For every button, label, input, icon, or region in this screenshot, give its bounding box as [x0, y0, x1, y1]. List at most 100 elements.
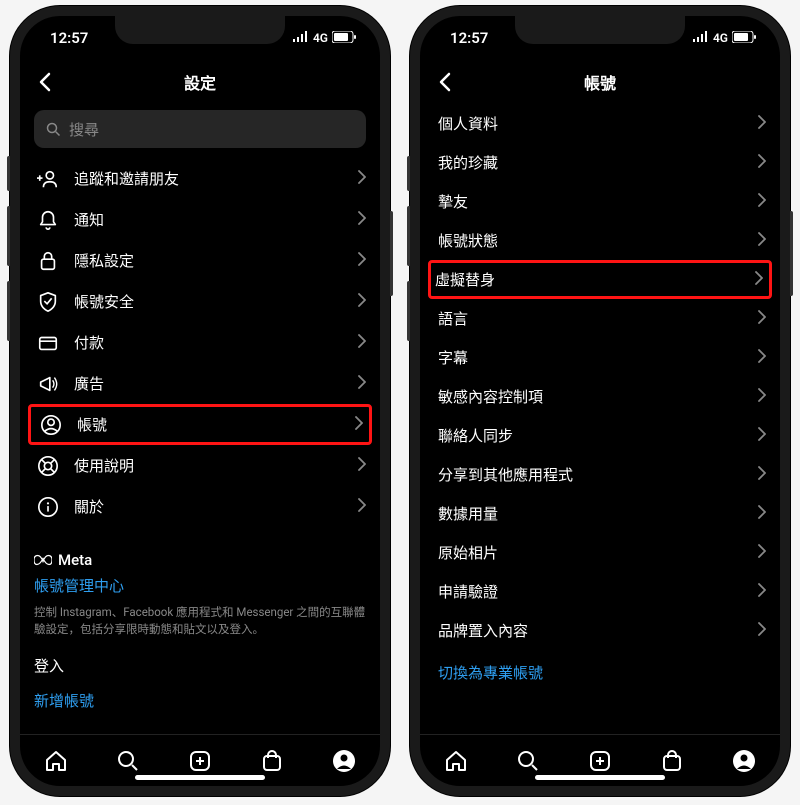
chevron-right-icon	[358, 210, 366, 229]
chevron-right-icon	[355, 415, 363, 434]
chevron-right-icon	[758, 426, 766, 445]
row-label: 原始相片	[438, 542, 758, 563]
row-label: 字幕	[438, 347, 758, 368]
settings-row-2[interactable]: 摯友	[434, 182, 766, 221]
chevron-right-icon	[358, 456, 366, 475]
notch	[115, 16, 285, 44]
settings-row-lock-icon[interactable]: 隱私設定	[34, 240, 366, 281]
row-label: 摯友	[438, 191, 758, 212]
phone-left: 12:57 4G 設定 搜尋 追蹤和邀請朋友通知隱私設定帳號安全付款廣告帳號使用…	[10, 6, 390, 796]
home-indicator[interactable]	[535, 775, 665, 780]
chevron-right-icon	[758, 153, 766, 172]
add-account-link[interactable]: 新增帳號	[34, 690, 366, 711]
row-label: 付款	[74, 332, 358, 353]
settings-row-card-icon[interactable]: 付款	[34, 322, 366, 363]
row-label: 敏感內容控制項	[438, 386, 758, 407]
search-input[interactable]: 搜尋	[34, 110, 366, 148]
network-label: 4G	[313, 31, 328, 45]
nav-header: 設定	[20, 60, 380, 104]
signal-icon	[693, 31, 709, 45]
nav-header: 帳號	[420, 60, 780, 104]
settings-row-shield-icon[interactable]: 帳號安全	[34, 281, 366, 322]
chevron-right-icon	[758, 582, 766, 601]
chevron-right-icon	[358, 251, 366, 270]
chevron-right-icon	[758, 192, 766, 211]
tab-profile[interactable]	[724, 741, 764, 781]
back-button[interactable]	[430, 67, 460, 97]
row-label: 追蹤和邀請朋友	[74, 168, 358, 189]
row-label: 使用說明	[74, 455, 358, 476]
settings-row-11[interactable]: 原始相片	[434, 533, 766, 572]
lifebuoy-icon	[34, 455, 62, 477]
status-time: 12:57	[50, 29, 88, 47]
back-button[interactable]	[30, 67, 60, 97]
settings-row-9[interactable]: 分享到其他應用程式	[434, 455, 766, 494]
chevron-right-icon	[758, 504, 766, 523]
row-label: 申請驗證	[438, 581, 758, 602]
tab-profile[interactable]	[324, 741, 364, 781]
settings-row-5[interactable]: 語言	[434, 299, 766, 338]
settings-row-account-icon[interactable]: 帳號	[28, 404, 372, 445]
add-friend-icon	[34, 168, 62, 190]
status-time: 12:57	[450, 29, 488, 47]
switch-pro-link[interactable]: 切換為專業帳號	[434, 662, 766, 683]
accounts-center-link[interactable]: 帳號管理中心	[34, 575, 366, 596]
chevron-right-icon	[358, 497, 366, 516]
settings-row-8[interactable]: 聯絡人同步	[434, 416, 766, 455]
settings-row-bell-icon[interactable]: 通知	[34, 199, 366, 240]
settings-row-add-friend-icon[interactable]: 追蹤和邀請朋友	[34, 158, 366, 199]
chevron-right-icon	[758, 348, 766, 367]
battery-icon	[332, 31, 356, 46]
tab-home[interactable]	[36, 741, 76, 781]
shield-icon	[34, 291, 62, 313]
settings-row-0[interactable]: 個人資料	[434, 104, 766, 143]
lock-icon	[34, 250, 62, 272]
settings-row-megaphone-icon[interactable]: 廣告	[34, 363, 366, 404]
settings-row-7[interactable]: 敏感內容控制項	[434, 377, 766, 416]
row-label: 數據用量	[438, 503, 758, 524]
settings-row-info-icon[interactable]: 關於	[34, 486, 366, 527]
settings-row-6[interactable]: 字幕	[434, 338, 766, 377]
chevron-right-icon	[358, 333, 366, 352]
meta-logo: Meta	[34, 551, 366, 569]
chevron-right-icon	[758, 465, 766, 484]
page-title: 帳號	[420, 70, 780, 94]
settings-row-12[interactable]: 申請驗證	[434, 572, 766, 611]
settings-row-1[interactable]: 我的珍藏	[434, 143, 766, 182]
chevron-right-icon	[358, 374, 366, 393]
settings-row-10[interactable]: 數據用量	[434, 494, 766, 533]
chevron-right-icon	[758, 543, 766, 562]
card-icon	[34, 332, 62, 354]
home-indicator[interactable]	[135, 775, 265, 780]
chevron-right-icon	[755, 270, 763, 289]
phone-right: 12:57 4G 帳號 個人資料我的珍藏摯友帳號狀態虛擬替身語言字幕敏感內容控制…	[410, 6, 790, 796]
row-label: 聯絡人同步	[438, 425, 758, 446]
network-label: 4G	[713, 31, 728, 45]
notch	[515, 16, 685, 44]
chevron-right-icon	[758, 231, 766, 250]
accounts-center-help: 控制 Instagram、Facebook 應用程式和 Messenger 之間…	[34, 604, 366, 639]
meta-label: Meta	[58, 551, 92, 569]
tab-home[interactable]	[436, 741, 476, 781]
row-label: 通知	[74, 209, 358, 230]
settings-row-lifebuoy-icon[interactable]: 使用說明	[34, 445, 366, 486]
chevron-right-icon	[358, 169, 366, 188]
chevron-right-icon	[758, 114, 766, 133]
bell-icon	[34, 209, 62, 231]
search-placeholder: 搜尋	[69, 119, 99, 140]
row-label: 語言	[438, 308, 758, 329]
row-label: 我的珍藏	[438, 152, 758, 173]
settings-row-4[interactable]: 虛擬替身	[428, 260, 772, 299]
row-label: 品牌置入內容	[438, 620, 758, 641]
megaphone-icon	[34, 373, 62, 395]
settings-row-3[interactable]: 帳號狀態	[434, 221, 766, 260]
chevron-right-icon	[758, 621, 766, 640]
chevron-right-icon	[758, 387, 766, 406]
settings-row-13[interactable]: 品牌置入內容	[434, 611, 766, 650]
search-icon	[46, 122, 61, 137]
page-title: 設定	[20, 70, 380, 94]
row-label: 隱私設定	[74, 250, 358, 271]
battery-icon	[732, 31, 756, 46]
login-section-label: 登入	[34, 655, 366, 676]
row-label: 帳號	[77, 414, 355, 435]
